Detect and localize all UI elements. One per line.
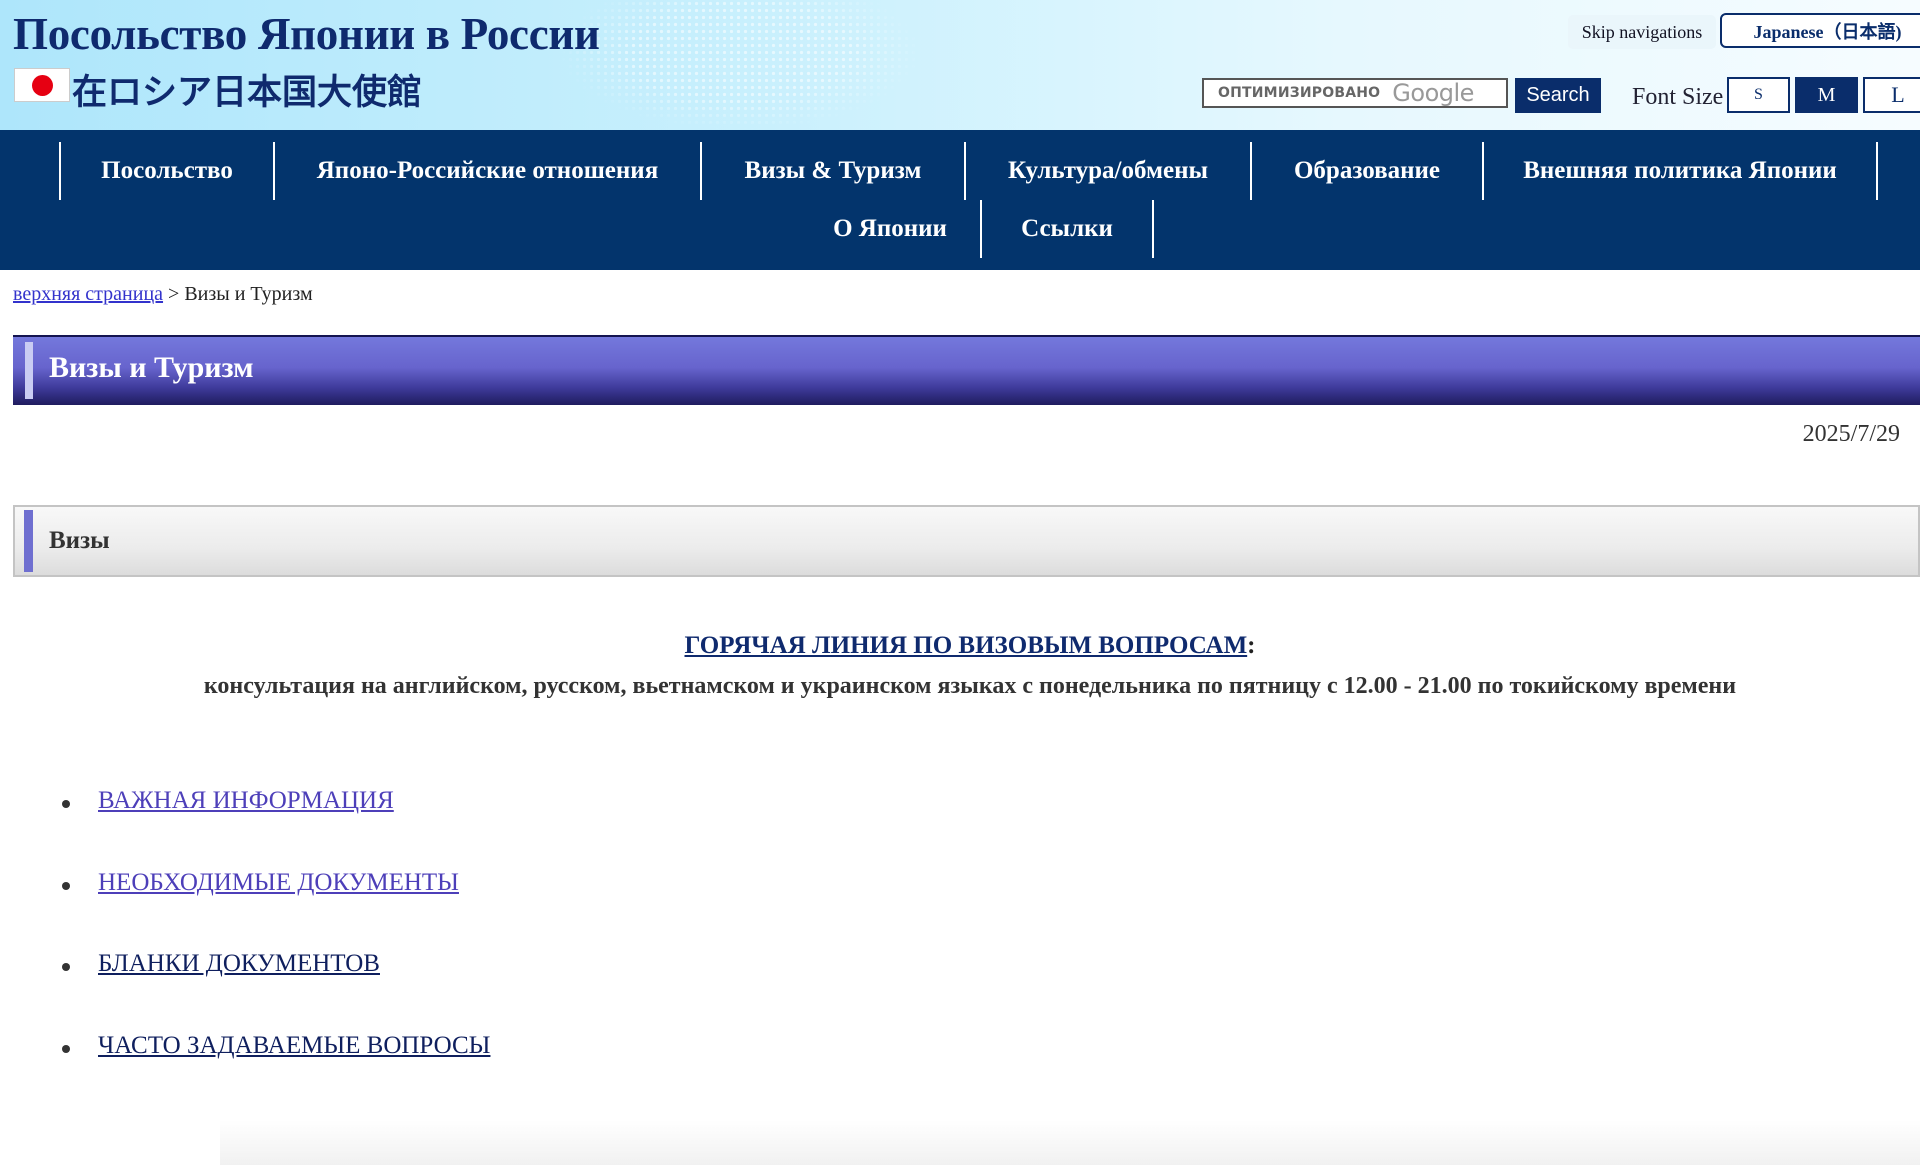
bullet-icon bbox=[62, 800, 70, 808]
nav-item-japan-russia-relations[interactable]: Японо-Российские отношения bbox=[275, 142, 700, 200]
breadcrumb-current: Визы и Туризм bbox=[184, 283, 313, 305]
font-size-large-button[interactable]: L bbox=[1863, 77, 1920, 113]
font-size-small-button[interactable]: S bbox=[1727, 77, 1790, 113]
site-title[interactable]: Посольство Японии в России bbox=[13, 8, 600, 60]
nav-item-embassy[interactable]: Посольство bbox=[61, 142, 273, 200]
nav-item-education[interactable]: Образование bbox=[1252, 142, 1482, 200]
search-input-placeholder: ОПТИМИЗИРОВАНО bbox=[1218, 85, 1381, 101]
nav-item-culture-exchange[interactable]: Культура/обмены bbox=[966, 142, 1250, 200]
breadcrumb-home-link[interactable]: верхняя страница bbox=[13, 283, 163, 305]
required-documents-link[interactable]: НЕОБХОДИМЫЕ ДОКУМЕНТЫ bbox=[98, 869, 459, 897]
breadcrumb: верхняя страница > Визы и Туризм bbox=[13, 283, 313, 306]
search-button[interactable]: Search bbox=[1515, 78, 1601, 113]
nav-item-about-japan[interactable]: О Японии bbox=[800, 200, 980, 258]
title-accent-bar bbox=[25, 342, 33, 399]
visa-hotline-link[interactable]: ГОРЯЧАЯ ЛИНИЯ ПО ВИЗОВЫМ ВОПРОСАМ bbox=[685, 632, 1248, 659]
hotline-colon: : bbox=[1247, 632, 1256, 659]
skip-navigation-link[interactable]: Skip navigations bbox=[1568, 15, 1716, 49]
faq-link[interactable]: ЧАСТО ЗАДАВАЕМЫЕ ВОПРОСЫ bbox=[98, 1032, 490, 1060]
japan-flag-icon bbox=[14, 68, 70, 102]
bullet-icon bbox=[62, 963, 70, 971]
font-size-label: Font Size bbox=[1632, 84, 1724, 110]
important-info-link[interactable]: ВАЖНАЯ ИНФОРМАЦИЯ bbox=[98, 787, 394, 815]
search-input[interactable]: ОПТИМИЗИРОВАНО Google bbox=[1202, 78, 1508, 108]
nav-divider bbox=[1152, 200, 1154, 258]
google-logo-icon: Google bbox=[1392, 79, 1474, 107]
page-title: Визы и Туризм bbox=[49, 351, 254, 384]
visa-hotline: ГОРЯЧАЯ ЛИНИЯ ПО ВИЗОВЫМ ВОПРОСАМ: bbox=[0, 632, 1920, 660]
document-forms-link[interactable]: БЛАНКИ ДОКУМЕНТОВ bbox=[98, 950, 380, 978]
bullet-icon bbox=[62, 1045, 70, 1053]
nav-item-visas-tourism[interactable]: Визы & Туризм bbox=[702, 142, 964, 200]
hotline-description: консультация на английском, русском, вье… bbox=[203, 673, 1737, 699]
content-bottom-shadow bbox=[220, 1120, 1920, 1165]
page-title-banner: Визы и Туризм bbox=[13, 335, 1920, 405]
world-map-decoration bbox=[560, 0, 920, 130]
nav-item-foreign-policy[interactable]: Внешняя политика Японии bbox=[1484, 142, 1876, 200]
bullet-icon bbox=[62, 882, 70, 890]
site-header: Посольство Японии в России 在ロシア日本国大使館 Sk… bbox=[0, 0, 1920, 130]
nav-divider bbox=[1876, 142, 1878, 200]
section-title: Визы bbox=[49, 527, 110, 554]
breadcrumb-separator: > bbox=[163, 283, 185, 305]
main-navigation: Посольство Японо-Российские отношения Ви… bbox=[0, 130, 1920, 270]
page-date: 2025/7/29 bbox=[1802, 421, 1900, 447]
font-size-medium-button[interactable]: M bbox=[1795, 77, 1858, 113]
section-header-visas: Визы bbox=[13, 505, 1920, 577]
japanese-language-button[interactable]: Japanese（日本語) bbox=[1720, 13, 1920, 48]
nav-item-links[interactable]: Ссылки bbox=[982, 200, 1152, 258]
site-title-japanese[interactable]: 在ロシア日本国大使館 bbox=[72, 64, 422, 115]
section-accent-bar bbox=[24, 510, 33, 572]
